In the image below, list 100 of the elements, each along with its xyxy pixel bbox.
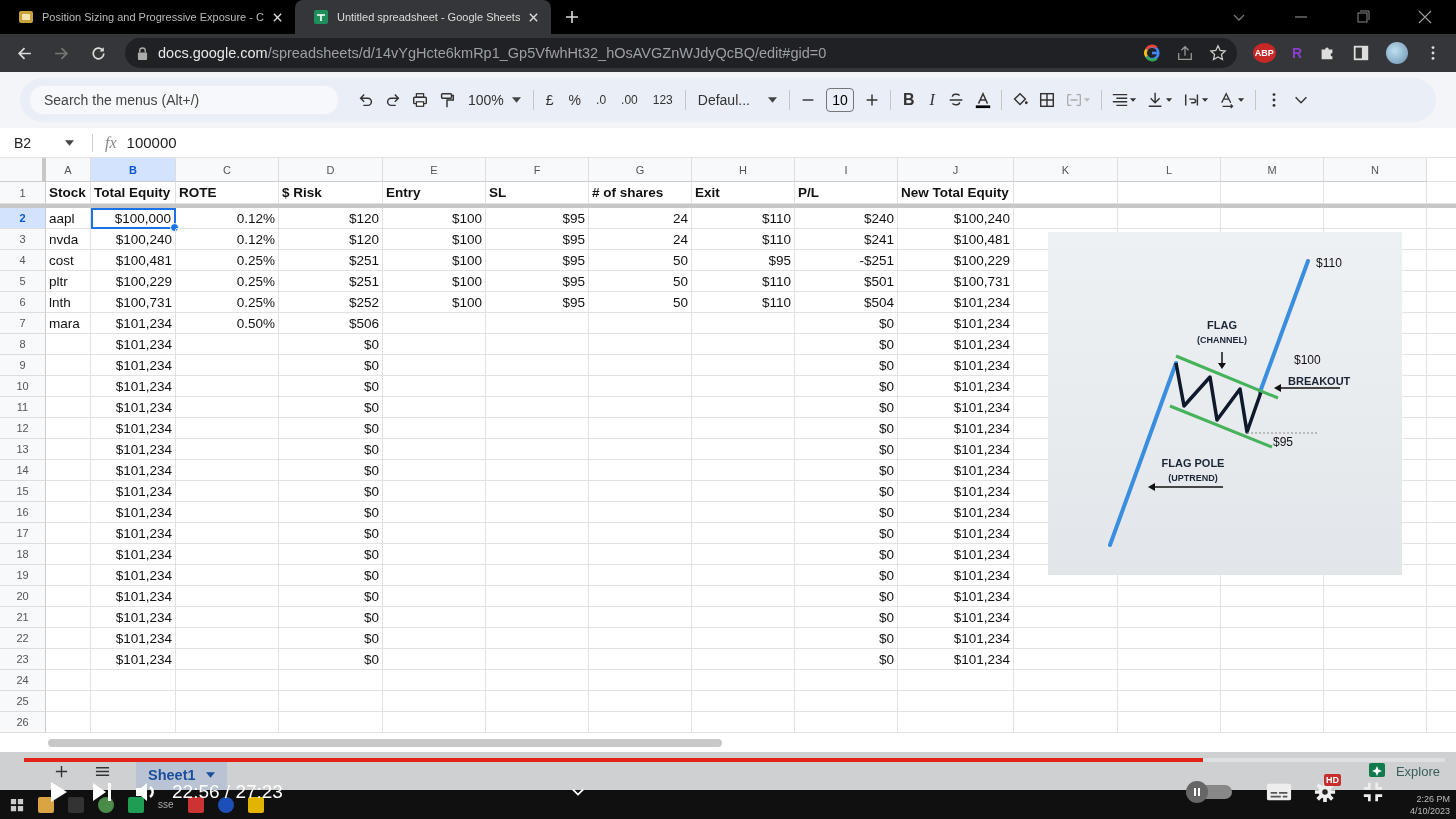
taskbar-app[interactable]: sse (158, 799, 174, 810)
table-cell: $101,234 (91, 565, 176, 586)
column-header[interactable]: B (91, 158, 176, 182)
row-header[interactable]: 22 (0, 628, 46, 649)
row-header[interactable]: 10 (0, 376, 46, 397)
scrollbar[interactable] (48, 738, 722, 747)
column-header[interactable]: D (279, 158, 383, 182)
name-box[interactable]: B2 (0, 134, 82, 151)
row-header[interactable]: 1 (0, 182, 46, 204)
column-header[interactable]: A (46, 158, 91, 182)
currency-button[interactable]: £ (542, 90, 557, 110)
row-header[interactable]: 15 (0, 481, 46, 502)
column-header[interactable]: N (1324, 158, 1427, 182)
table-cell: $100,731 (898, 271, 1014, 292)
column-header[interactable]: H (692, 158, 795, 182)
folder-icon[interactable] (38, 796, 54, 813)
font-size-field[interactable]: 10 (825, 88, 854, 112)
column-header[interactable]: F (486, 158, 589, 182)
formula-field[interactable]: 100000 (126, 134, 177, 151)
table-cell: $0 (795, 397, 898, 418)
merge-cells-icon[interactable] (1064, 91, 1092, 109)
close-icon[interactable] (271, 11, 283, 23)
row-header[interactable]: 14 (0, 460, 46, 481)
chart-label: $100 (1294, 353, 1321, 367)
row-header[interactable]: 26 (0, 712, 46, 733)
row-header[interactable]: 2 (0, 208, 46, 229)
table-cell: $0 (795, 418, 898, 439)
borders-icon[interactable] (1037, 91, 1056, 109)
row-header[interactable]: 11 (0, 397, 46, 418)
bold-button[interactable]: B (899, 89, 918, 111)
google-icon[interactable] (1142, 44, 1161, 62)
decrease-decimals-button[interactable]: .0 (593, 91, 610, 109)
table-cell (46, 481, 91, 502)
align-icon[interactable] (1110, 91, 1138, 109)
row-header[interactable]: 17 (0, 523, 46, 544)
star-icon[interactable] (1208, 44, 1227, 62)
table-cell: $0 (279, 439, 383, 460)
address-bar[interactable]: docs.google.com/spreadsheets/d/14vYgHcte6kmRp1_Gp5VfwhHt32_hOsAVGZnWJdyQcBQ/edit#gid=0 (125, 38, 1237, 68)
browser-tab[interactable]: Untitled spreadsheet - Google Sheets (294, 0, 552, 34)
table-cell: $95 (486, 229, 589, 250)
text-color-icon[interactable] (973, 91, 992, 109)
column-header[interactable]: M (1221, 158, 1324, 182)
chart-label: FLAG (1207, 319, 1237, 331)
row-header[interactable]: 9 (0, 355, 46, 376)
row-header[interactable]: 12 (0, 418, 46, 439)
restore-icon[interactable] (1356, 10, 1370, 24)
row-header[interactable]: 7 (0, 313, 46, 334)
next-icon[interactable] (90, 780, 114, 804)
row-header[interactable]: 20 (0, 586, 46, 607)
table-cell: $0 (279, 481, 383, 502)
row-header[interactable]: 5 (0, 271, 46, 292)
row-header[interactable]: 3 (0, 229, 46, 250)
row-header[interactable]: 21 (0, 607, 46, 628)
browser-tab[interactable]: Position Sizing and Progressive Exposure - C (0, 0, 295, 34)
text-rotation-icon[interactable] (1218, 91, 1246, 109)
column-header[interactable]: I (795, 158, 898, 182)
sidebar-icon[interactable] (1352, 44, 1370, 62)
row-header[interactable]: 8 (0, 334, 46, 355)
search-field[interactable]: Search the menus (Alt+/) (30, 86, 338, 114)
column-header[interactable]: E (383, 158, 486, 182)
table-cell: $95 (486, 250, 589, 271)
paint-format-icon[interactable] (438, 91, 456, 109)
explore-button[interactable]: Explore (1367, 762, 1440, 780)
new-tab-icon[interactable] (565, 10, 580, 24)
add-sheet-icon[interactable] (54, 763, 69, 779)
extension-button[interactable]: ABP (1252, 43, 1276, 63)
column-header[interactable]: C (176, 158, 279, 182)
row-header[interactable]: 24 (0, 670, 46, 691)
table-cell: $101,234 (91, 481, 176, 502)
row-header[interactable]: 18 (0, 544, 46, 565)
row-header[interactable]: 19 (0, 565, 46, 586)
avatar[interactable] (1386, 42, 1408, 64)
print-icon[interactable] (411, 91, 429, 109)
row-header[interactable]: 16 (0, 502, 46, 523)
share-icon[interactable] (1175, 44, 1194, 62)
table-cell: $0 (795, 439, 898, 460)
row-header[interactable]: 25 (0, 691, 46, 712)
column-header[interactable]: J (898, 158, 1014, 182)
font-dropdown[interactable]: Defaul... (694, 90, 780, 110)
column-header[interactable]: K (1014, 158, 1118, 182)
zoom-dropdown[interactable]: 100% (465, 90, 524, 110)
row-header[interactable]: 6 (0, 292, 46, 313)
italic-button[interactable]: I (926, 89, 938, 111)
row-header[interactable]: 13 (0, 439, 46, 460)
progress-track[interactable] (24, 758, 1445, 762)
row-header[interactable]: 23 (0, 649, 46, 670)
table-cell: $100,240 (898, 208, 1014, 229)
vertical-align-icon[interactable] (1146, 91, 1174, 109)
column-header[interactable]: L (1118, 158, 1221, 182)
redo-icon[interactable] (384, 91, 402, 109)
column-header[interactable]: G (589, 158, 692, 182)
percent-button[interactable]: % (565, 90, 585, 110)
close-icon[interactable] (1418, 10, 1432, 24)
increase-decimals-button[interactable]: .00 (618, 91, 641, 109)
row-header[interactable]: 4 (0, 250, 46, 271)
reload-icon[interactable] (90, 44, 107, 62)
chevron-down-icon[interactable] (570, 787, 585, 797)
undo-icon[interactable] (357, 91, 375, 109)
windows-icon[interactable] (10, 797, 24, 812)
number-format-button[interactable]: 123 (649, 91, 676, 109)
